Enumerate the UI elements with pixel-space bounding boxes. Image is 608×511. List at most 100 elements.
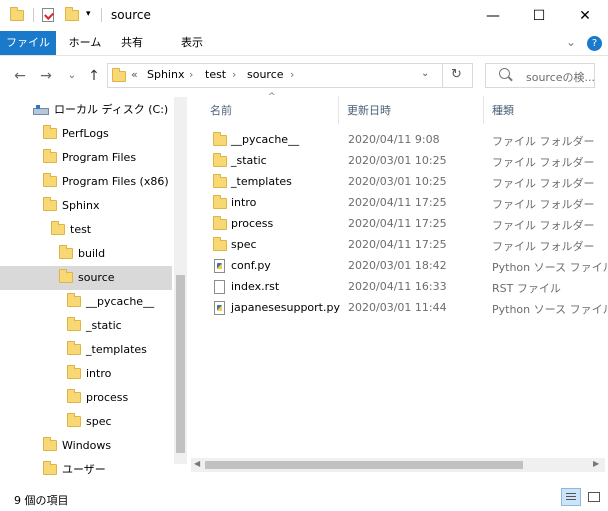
tree-item-source[interactable]: source [78, 266, 115, 290]
file-name: index.rst [231, 280, 280, 293]
folder-icon [67, 389, 81, 403]
tree-item-intro[interactable]: intro [86, 362, 111, 386]
tree-item-users[interactable]: ユーザー [62, 458, 106, 482]
file-date: 2020/03/01 10:25 [348, 154, 447, 167]
file-type: ファイル フォルダー [492, 135, 595, 148]
properties-icon[interactable] [42, 8, 54, 22]
tree-item-windows[interactable]: Windows [62, 434, 111, 458]
folder-icon [51, 221, 65, 235]
address-dropdown-icon[interactable]: ⌄ [421, 68, 429, 79]
status-item-count: 9 個の項目 [14, 494, 69, 507]
file-row[interactable]: process 2020/04/11 17:25 ファイル フォルダー [191, 213, 601, 234]
file-row[interactable]: japanesesupport.py 2020/03/01 11:44 Pyth… [191, 297, 608, 318]
file-row[interactable]: index.rst 2020/04/11 16:33 RST ファイル [191, 276, 601, 297]
file-date: 2020/03/01 18:42 [348, 259, 447, 272]
file-row[interactable]: _static 2020/03/01 10:25 ファイル フォルダー [191, 150, 601, 171]
folder-icon [213, 216, 227, 230]
tree-scrollbar-thumb[interactable] [176, 275, 185, 453]
breadcrumb-separator: › [232, 68, 237, 81]
breadcrumb-separator: › [189, 68, 194, 81]
forward-button[interactable]: → [36, 66, 56, 86]
python-file-icon [214, 259, 225, 273]
folder-icon [43, 173, 57, 187]
folder-icon [213, 195, 227, 209]
tab-file[interactable]: ファイル [0, 31, 56, 55]
file-name: process [231, 217, 274, 230]
file-name: conf.py [231, 259, 271, 272]
file-date: 2020/04/11 9:08 [348, 133, 440, 146]
details-view-button[interactable] [561, 488, 581, 506]
file-row[interactable]: _templates 2020/03/01 10:25 ファイル フォルダー [191, 171, 601, 192]
tree-item-test[interactable]: test [70, 218, 91, 242]
file-row[interactable]: intro 2020/04/11 17:25 ファイル フォルダー [191, 192, 601, 213]
back-button[interactable]: ← [10, 66, 30, 86]
title-bar: ▾ source — ☐ ✕ [0, 0, 608, 31]
file-type: ファイル フォルダー [492, 156, 595, 169]
file-type: Python ソース ファイル [492, 303, 608, 316]
document-icon [214, 280, 225, 294]
folder-icon [67, 317, 81, 331]
file-type: ファイル フォルダー [492, 198, 595, 211]
file-name: intro [231, 196, 257, 209]
tree-item-build[interactable]: build [78, 242, 105, 266]
maximize-button[interactable]: ☐ [516, 0, 562, 31]
column-header-type[interactable]: 種類 [492, 102, 514, 118]
column-header-name[interactable]: 名前 [210, 102, 232, 118]
new-folder-icon[interactable] [65, 7, 79, 21]
folder-icon [43, 125, 57, 139]
tree-item-pycache[interactable]: __pycache__ [86, 290, 154, 314]
file-type: RST ファイル [492, 282, 561, 295]
tab-home[interactable]: ホーム [62, 31, 108, 55]
folder-icon [67, 365, 81, 379]
file-name: _static [231, 154, 267, 167]
tree-item-sphinx[interactable]: Sphinx [62, 194, 99, 218]
tree-item-static[interactable]: _static [86, 314, 122, 338]
file-date: 2020/04/11 16:33 [348, 280, 447, 293]
tab-view[interactable]: 表示 [172, 31, 212, 55]
breadcrumb-test[interactable]: test [205, 68, 226, 81]
file-list-scrollbar-thumb[interactable] [205, 461, 523, 469]
minimize-button[interactable]: — [470, 0, 516, 31]
search-input[interactable]: sourceの検... [526, 69, 595, 85]
tree-item-spec[interactable]: spec [86, 410, 112, 434]
close-button[interactable]: ✕ [562, 0, 608, 31]
column-separator[interactable] [483, 96, 484, 124]
breadcrumb-sphinx[interactable]: Sphinx [147, 68, 184, 81]
file-date: 2020/04/11 17:25 [348, 238, 447, 251]
folder-icon [67, 293, 81, 307]
tree-item-local-disk[interactable]: ローカル ディスク (C:) [54, 98, 168, 122]
column-header-date[interactable]: 更新日時 [347, 102, 391, 118]
tree-item-perflogs[interactable]: PerfLogs [62, 122, 109, 146]
tree-item-templates[interactable]: _templates [86, 338, 147, 362]
breadcrumb-overflow[interactable]: « [131, 68, 138, 81]
recent-locations-button[interactable]: ⌄ [62, 66, 82, 86]
file-date: 2020/04/11 17:25 [348, 196, 447, 209]
file-row[interactable]: __pycache__ 2020/04/11 9:08 ファイル フォルダー [191, 129, 601, 150]
collapse-ribbon-icon[interactable]: ⌄ [566, 35, 576, 49]
file-row[interactable]: conf.py 2020/03/01 18:42 Python ソース ファイル [191, 255, 608, 276]
folder-icon [67, 413, 81, 427]
up-button[interactable]: ↑ [84, 66, 104, 86]
scroll-right-icon[interactable]: ▶ [593, 459, 599, 468]
scroll-left-icon[interactable]: ◀ [194, 459, 200, 468]
folder-icon [213, 174, 227, 188]
refresh-icon[interactable]: ↻ [451, 67, 462, 82]
column-separator[interactable] [338, 96, 339, 124]
folder-icon [213, 153, 227, 167]
tree-item-process[interactable]: process [86, 386, 128, 410]
file-date: 2020/03/01 10:25 [348, 175, 447, 188]
folder-icon [59, 269, 73, 283]
drive-icon [33, 105, 49, 115]
large-icons-view-button[interactable] [584, 488, 604, 506]
help-icon[interactable]: ? [587, 36, 602, 51]
tab-share[interactable]: 共有 [114, 31, 150, 55]
file-row[interactable]: spec 2020/04/11 17:25 ファイル フォルダー [191, 234, 601, 255]
file-date: 2020/04/11 17:25 [348, 217, 447, 230]
separator [101, 8, 102, 22]
breadcrumb-source[interactable]: source [247, 68, 284, 81]
tree-item-program-files-x86[interactable]: Program Files (x86) [62, 170, 169, 194]
quick-access-dropdown-icon[interactable]: ▾ [86, 9, 91, 19]
folder-icon [43, 437, 57, 451]
file-date: 2020/03/01 11:44 [348, 301, 447, 314]
tree-item-program-files[interactable]: Program Files [62, 146, 136, 170]
